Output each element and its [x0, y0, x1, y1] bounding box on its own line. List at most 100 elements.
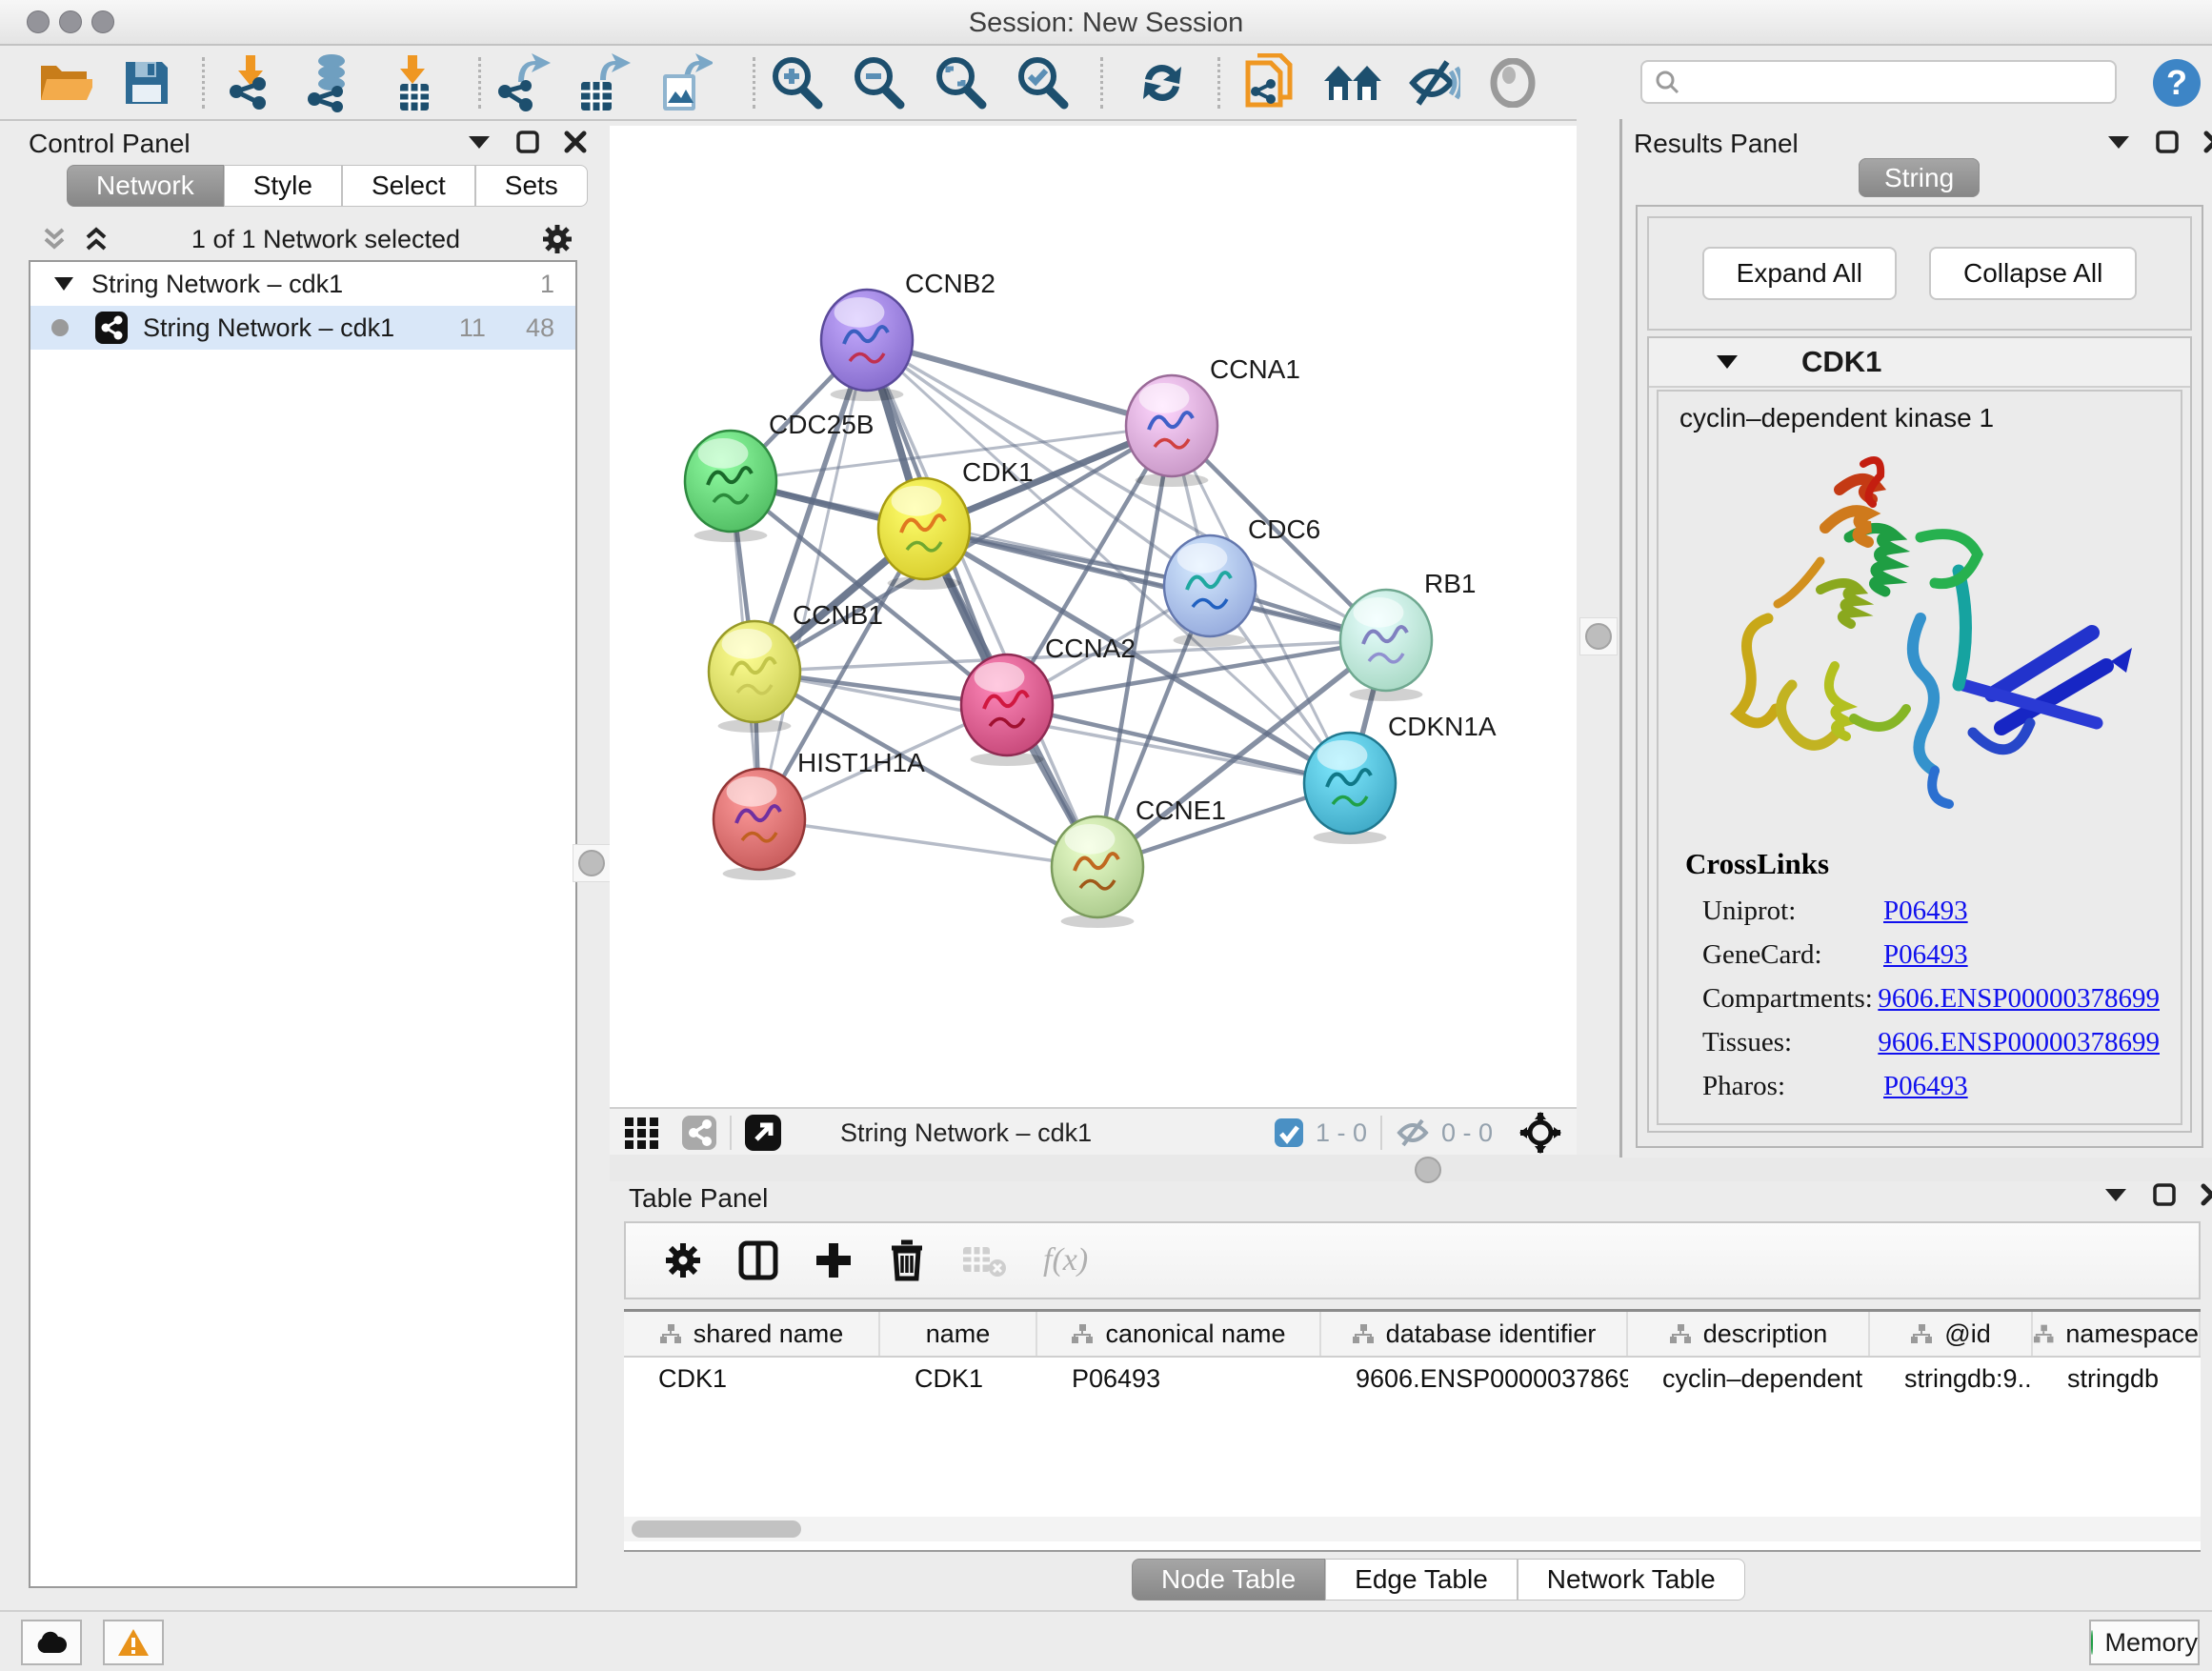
network-node-hist1h1a[interactable]: HIST1H1A [714, 748, 925, 880]
node-label: CCNB2 [905, 269, 995, 298]
zoom-out-icon[interactable] [844, 53, 913, 112]
network-node-ccne1[interactable]: CCNE1 [1052, 795, 1226, 928]
tab-select[interactable]: Select [342, 165, 475, 207]
expand-all-icon[interactable] [82, 226, 111, 252]
network-edge[interactable] [759, 819, 1097, 867]
column-header-database-identifier[interactable]: database identifier [1321, 1312, 1628, 1356]
zoom-fit-icon[interactable] [926, 53, 995, 112]
zoom-selected-icon[interactable] [1008, 53, 1076, 112]
tab-network[interactable]: Network [67, 165, 224, 207]
network-node-cdkn1a[interactable]: CDKN1A [1304, 712, 1497, 844]
show-all-icon[interactable] [1478, 53, 1547, 112]
left-splitter-handle[interactable] [573, 844, 611, 882]
horizontal-splitter-handle[interactable] [1415, 1157, 1441, 1183]
network-view-toolbar: String Network – cdk1 1 - 0 0 - 0 [610, 1107, 1577, 1157]
add-column-icon[interactable] [814, 1241, 853, 1279]
column-header-canonical-name[interactable]: canonical name [1037, 1312, 1321, 1356]
save-session-icon[interactable] [112, 53, 181, 112]
share-document-icon[interactable] [1235, 53, 1303, 112]
panel-menu-icon[interactable] [2103, 1187, 2128, 1202]
float-panel-icon[interactable] [516, 131, 539, 153]
node-label: CDK1 [962, 457, 1034, 487]
panel-menu-icon[interactable] [467, 134, 492, 150]
network-graph[interactable]: CCNB2CCNA1CDC25BCDK1CDC6RB1CCNB1CCNA2CDK… [610, 126, 1577, 1107]
table-cell: stringdb:9... [1870, 1358, 2033, 1400]
crosslink-row: Uniprot:P06493 [1702, 889, 2160, 933]
zoom-in-icon[interactable] [762, 53, 831, 112]
grid-view-icon[interactable] [623, 1116, 661, 1150]
table-toolbar: f(x) [624, 1221, 2201, 1299]
home-icon[interactable] [1318, 53, 1387, 112]
selected-checkbox-icon[interactable] [1274, 1117, 1304, 1148]
tab-edge-table[interactable]: Edge Table [1325, 1559, 1518, 1601]
table-row[interactable]: CDK1CDK1P064939606.ENSP00000378699cyclin… [624, 1358, 2201, 1400]
panel-menu-icon[interactable] [2106, 134, 2131, 150]
network-row[interactable]: String Network – cdk1 11 48 [30, 306, 575, 350]
collapse-all-button[interactable]: Collapse All [1929, 247, 2137, 300]
table-settings-gear-icon[interactable] [664, 1241, 702, 1279]
tree-expand-icon[interactable] [53, 276, 74, 292]
crosslink-link[interactable]: 9606.ENSP00000378699 [1878, 983, 2160, 1015]
string-app-icon [95, 312, 128, 344]
close-panel-icon[interactable] [2201, 1183, 2212, 1206]
column-header-namespace[interactable]: namespace [2033, 1312, 2201, 1356]
collapse-all-icon[interactable] [40, 226, 69, 252]
right-splitter-handle[interactable] [1579, 617, 1618, 655]
float-panel-icon[interactable] [2153, 1183, 2176, 1206]
import-network-icon[interactable] [217, 53, 286, 112]
cdk1-entry-header[interactable]: CDK1 [1649, 338, 2190, 388]
column-header-description[interactable]: description [1628, 1312, 1870, 1356]
results-panel: Results Panel String Expand All Collapse… [1619, 119, 2212, 1158]
tab-network-table[interactable]: Network Table [1518, 1559, 1745, 1601]
crosslink-row: Compartments:9606.ENSP00000378699 [1702, 976, 2160, 1020]
export-network-icon[interactable] [488, 53, 556, 112]
network-view-icon[interactable] [682, 1116, 716, 1150]
warnings-button[interactable] [103, 1620, 164, 1665]
open-session-icon[interactable] [30, 53, 99, 112]
float-panel-icon[interactable] [2156, 131, 2179, 153]
close-panel-icon[interactable] [2203, 131, 2212, 153]
network-node-ccnb2[interactable]: CCNB2 [821, 269, 995, 401]
column-header--id[interactable]: @id [1870, 1312, 2033, 1356]
search-input[interactable] [1680, 67, 2103, 98]
crosslink-link[interactable]: P06493 [1883, 939, 1968, 971]
memory-label: Memory [2104, 1628, 2198, 1658]
crosslink-link[interactable]: P06493 [1883, 896, 1968, 927]
crosslink-link[interactable]: 9606.ENSP00000378699 [1878, 1027, 2160, 1058]
cloud-button[interactable] [21, 1620, 82, 1665]
export-table-icon[interactable] [568, 53, 636, 112]
export-image-icon[interactable] [650, 53, 718, 112]
delete-trash-icon[interactable] [889, 1239, 925, 1281]
refresh-view-icon[interactable] [1128, 53, 1196, 112]
import-database-icon[interactable] [297, 53, 366, 112]
network-collection-row[interactable]: String Network – cdk1 1 [30, 262, 575, 306]
crosslink-link[interactable]: P06493 [1883, 1071, 1968, 1102]
network-node-rb1[interactable]: RB1 [1340, 569, 1476, 701]
import-table-icon[interactable] [379, 53, 448, 112]
show-columns-icon[interactable] [738, 1240, 778, 1280]
network-node-cdc6[interactable]: CDC6 [1164, 514, 1320, 647]
close-panel-icon[interactable] [564, 131, 587, 153]
tab-string[interactable]: String [1859, 163, 1980, 193]
network-edge[interactable] [867, 340, 1097, 867]
memory-button[interactable]: Memory [2089, 1620, 2200, 1665]
scrollbar-thumb[interactable] [632, 1520, 801, 1538]
network-edge[interactable] [1007, 705, 1350, 783]
help-icon[interactable]: ? [2153, 59, 2201, 107]
table-horizontal-scrollbar[interactable] [624, 1517, 2201, 1541]
expand-all-button[interactable]: Expand All [1702, 247, 1897, 300]
hide-selected-icon[interactable] [1398, 53, 1467, 112]
search-box[interactable] [1640, 60, 2117, 104]
gear-icon[interactable] [541, 223, 573, 255]
open-in-window-icon[interactable] [745, 1115, 781, 1151]
tab-style[interactable]: Style [224, 165, 342, 207]
tab-node-table[interactable]: Node Table [1132, 1559, 1325, 1601]
network-canvas[interactable]: CCNB2CCNA1CDC25BCDK1CDC6RB1CCNB1CCNA2CDK… [610, 126, 1577, 1107]
horizontal-splitter[interactable] [610, 1155, 2212, 1181]
birdseye-crosshair-icon[interactable] [1519, 1112, 1561, 1154]
tab-sets[interactable]: Sets [475, 165, 588, 207]
column-header-shared-name[interactable]: shared name [624, 1312, 880, 1356]
column-header-name[interactable]: name [880, 1312, 1037, 1356]
node-label: CCNB1 [793, 600, 883, 630]
entry-collapse-icon[interactable] [1716, 354, 1739, 370]
